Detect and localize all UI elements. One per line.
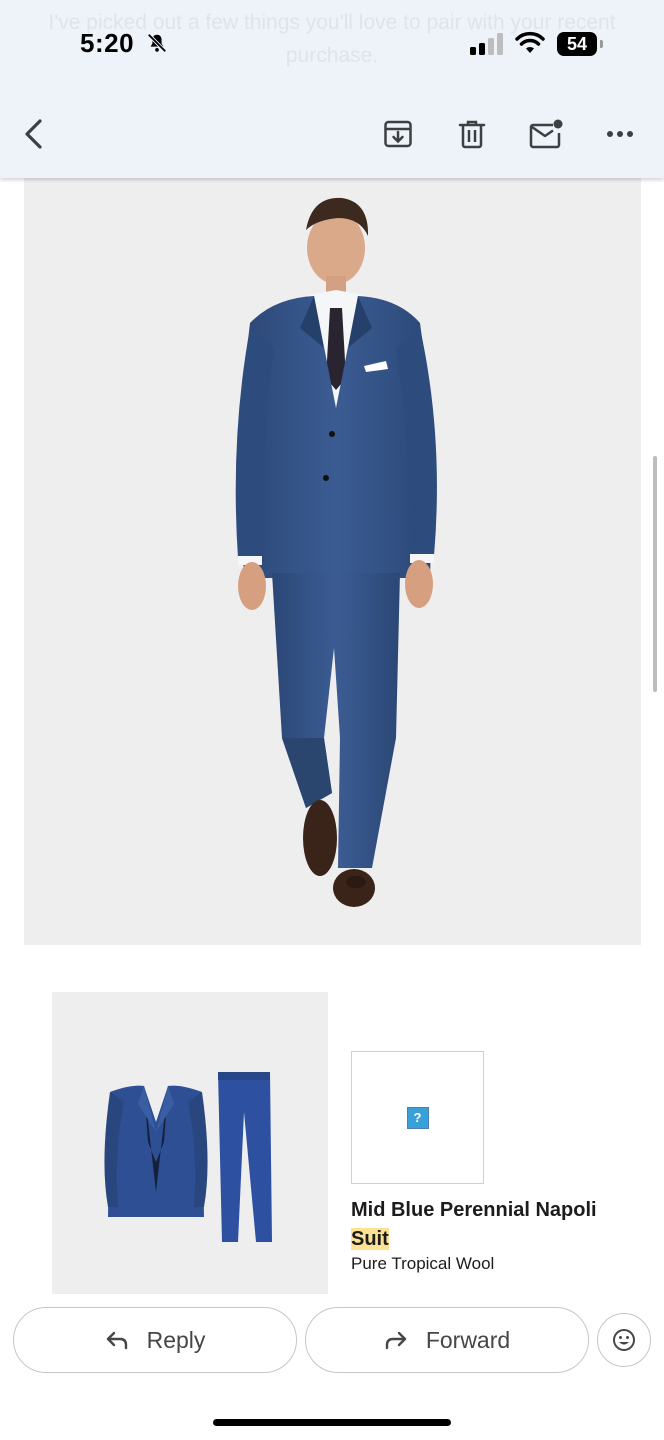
emoji-reaction-icon: [613, 1329, 635, 1351]
archive-button[interactable]: [378, 114, 418, 154]
product-card-image[interactable]: [52, 992, 328, 1294]
search-highlight: Suit: [351, 1228, 389, 1250]
cellular-signal-icon: [470, 33, 503, 55]
home-indicator: [213, 1419, 451, 1426]
wifi-icon: [515, 31, 545, 53]
back-arrow-icon: [25, 119, 42, 149]
battery-tip: [600, 40, 603, 48]
back-button[interactable]: [14, 114, 54, 154]
scrollbar[interactable]: [653, 456, 657, 692]
reply-label: Reply: [146, 1326, 206, 1353]
mark-unread-icon: [529, 119, 563, 149]
status-time: 5:20: [80, 28, 135, 58]
delete-button[interactable]: [452, 114, 492, 154]
product-name-text: Mid Blue Perennial Napoli: [351, 1199, 597, 1221]
reply-button[interactable]: Reply: [13, 1307, 297, 1373]
model-in-suit-illustration: [235, 197, 437, 907]
more-options-button[interactable]: [600, 114, 640, 154]
product-subtitle: Pure Tropical Wool: [351, 1254, 495, 1273]
forward-icon: [385, 1331, 407, 1350]
broken-image-placeholder: ?: [351, 1051, 484, 1184]
trash-icon: [458, 120, 486, 149]
reply-icon: [106, 1331, 127, 1350]
forward-button[interactable]: Forward: [305, 1307, 589, 1373]
product-name[interactable]: Mid Blue Perennial Napoli Suit: [351, 1196, 601, 1254]
more-options-icon: [607, 131, 633, 137]
suit-flatlay-illustration: [104, 1072, 272, 1242]
forward-label: Forward: [425, 1326, 511, 1353]
app-header: I've picked out a few things you'll love…: [0, 0, 664, 178]
emoji-reaction-button[interactable]: [597, 1313, 651, 1367]
hero-product-image[interactable]: [24, 178, 641, 945]
battery-indicator: 54: [557, 32, 597, 56]
archive-icon: [384, 120, 412, 148]
broken-image-icon: ?: [406, 1106, 429, 1129]
mark-unread-button[interactable]: [526, 114, 566, 154]
bell-off-icon: [147, 33, 167, 53]
